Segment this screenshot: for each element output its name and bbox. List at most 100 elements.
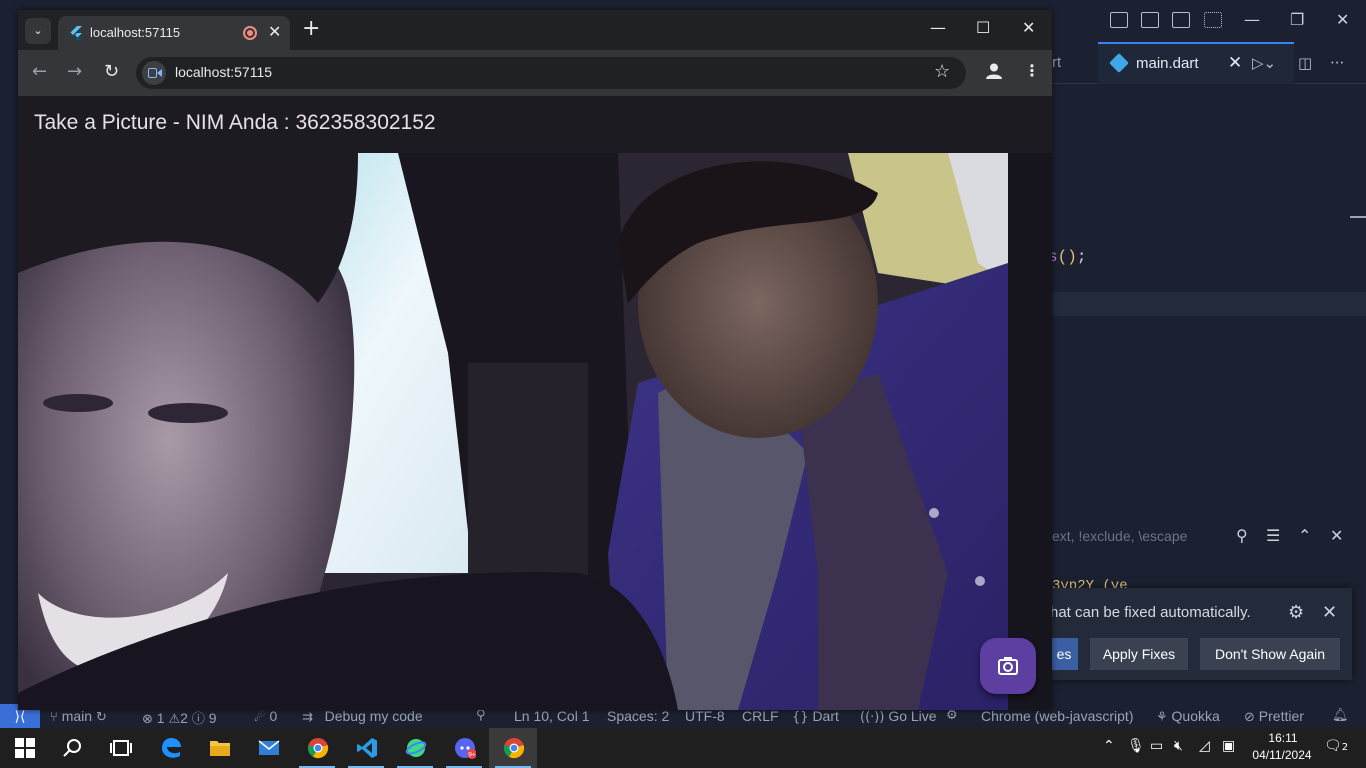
zoom-icon[interactable]: ⚲ [476,708,486,723]
camera-icon [998,657,1018,675]
tab-previous-file[interactable]: rt [1052,54,1061,71]
device-selector[interactable]: Chrome (web-javascript) [981,708,1133,724]
branch-status[interactable]: ⑂ main ↻ [50,708,107,725]
browser-tab[interactable]: localhost:57115 ✕ [58,16,290,50]
url-text[interactable]: localhost:57115 [175,64,272,80]
back-icon[interactable]: ← [32,61,47,82]
bookmark-star-icon[interactable]: ☆ [934,61,950,82]
flutter-icon[interactable]: ⚙ [946,708,958,723]
chrome-maximize-icon[interactable]: ☐ [976,18,990,37]
taskbar-edge[interactable] [146,728,194,768]
customize-layout-icon[interactable] [1204,12,1222,28]
code-token: ; [1076,248,1087,266]
kebab-menu-icon[interactable]: ⋮ [1024,61,1040,80]
problems-status[interactable]: ⊗ 1 ⚠2 ⓘ 9 [142,708,217,727]
vscode-icon [357,738,377,758]
profile-icon[interactable] [984,61,1004,81]
tab-close-icon[interactable]: ✕ [1228,53,1242,73]
debug-icon: ⇉ [302,710,313,725]
branch-name: main [61,708,93,724]
notification-icon: 🗨︎ [1324,738,1342,754]
battery-icon[interactable]: ▭ [1150,738,1163,754]
close-icon[interactable]: ✕ [1322,602,1337,623]
take-picture-button[interactable] [980,638,1036,694]
ports-count: 0 [269,708,278,724]
run-icon[interactable]: ▷⌄ [1252,54,1276,72]
notification-message: hat can be fixed automatically. [1050,604,1251,621]
code-line: s(); [1048,248,1086,266]
encoding[interactable]: UTF-8 [685,708,725,724]
braces-icon: {} [792,710,809,725]
debug-label: Debug my code [324,708,423,724]
debug-status[interactable]: ⇉ Debug my code [302,708,423,725]
ports-status[interactable]: ☄ 0 [254,708,277,725]
toggle-primary-sidebar-icon[interactable] [1110,12,1128,28]
taskbar-vscode[interactable] [342,728,390,768]
apply-fixes-button[interactable]: Apply Fixes [1090,638,1188,670]
toggle-secondary-sidebar-icon[interactable] [1172,12,1190,28]
split-editor-icon[interactable]: ◫ [1298,54,1312,72]
forward-icon[interactable]: → [67,61,82,82]
new-tab-icon[interactable]: + [302,16,320,41]
bell-icon[interactable]: 🔔︎ [1332,708,1349,723]
files-to-exclude-input[interactable]: ext, !exclude, \escape [1052,528,1187,544]
line-endings[interactable]: CRLF [742,708,779,724]
taskbar-mail[interactable] [244,728,292,768]
camera-preview [18,153,1008,710]
warning-icon: ⚠ [168,712,181,727]
scrollbar-marker [1350,216,1366,218]
task-view-button[interactable] [96,728,144,768]
chevron-up-icon[interactable]: ⌃ [1298,526,1311,545]
camera-feed-image [18,153,1008,710]
search-button[interactable] [48,728,96,768]
close-tab-icon[interactable]: ✕ [268,22,281,42]
show-hidden-icons-chevron-icon[interactable]: ⌃ [1103,738,1115,754]
discord-badge: 9+ [468,752,476,759]
broadcast-icon: ☄ [254,710,266,725]
start-button[interactable] [0,728,48,768]
quokka-status[interactable]: ⚘ Quokka [1156,708,1220,725]
taskbar-discord[interactable]: 9+ [440,728,488,768]
tab-search-chevron-icon[interactable]: ⌄ [25,18,51,44]
notification-center[interactable]: 🗨︎2 [1324,738,1348,754]
replace-lines-icon[interactable]: ☰ [1266,526,1280,545]
search-icon[interactable]: ⚲ [1236,526,1248,545]
volume-muted-icon[interactable]: 🔇︎ [1174,738,1183,754]
toggle-panel-icon[interactable] [1141,12,1159,28]
dont-show-again-button[interactable]: Don't Show Again [1200,638,1340,670]
clock-time[interactable]: 16:11 [1258,731,1308,745]
gear-icon[interactable]: ⚙ [1288,602,1304,623]
address-bar[interactable]: localhost:57115 ☆ [136,57,966,89]
language-mode[interactable]: {} Dart [792,708,839,725]
chrome-close-icon[interactable]: ✕ [1022,18,1035,37]
indentation[interactable]: Spaces: 2 [607,708,669,724]
reload-icon[interactable]: ↻ [104,61,119,82]
fix-all-button[interactable]: es [1050,638,1078,670]
error-count: 1 [156,710,165,726]
taskbar-android-studio[interactable] [391,728,439,768]
go-live[interactable]: ((·)) Go Live [860,708,937,725]
search-icon [63,739,81,757]
task-view-icon [110,740,132,756]
camera-in-use-icon[interactable] [142,61,166,85]
microphone-icon[interactable]: 🎙︎ [1127,738,1145,754]
tab-title: localhost:57115 [90,25,181,40]
chrome-minimize-icon[interactable]: — [930,18,946,37]
vscode-close-icon[interactable]: ✕ [1336,10,1349,29]
prettier-status[interactable]: ⊘ Prettier [1244,708,1304,725]
more-actions-icon[interactable]: ··· [1330,54,1344,72]
vscode-restore-icon[interactable]: ❐ [1290,10,1304,29]
network-icon[interactable]: ▣ [1222,738,1235,754]
close-icon[interactable]: ✕ [1330,526,1343,545]
notification-count: 2 [1341,742,1349,753]
wifi-icon[interactable]: ◿ [1199,738,1210,754]
taskbar-chrome-2[interactable] [489,728,537,768]
taskbar-file-explorer[interactable] [195,728,243,768]
windows-logo-icon [15,738,35,758]
cursor-position[interactable]: Ln 10, Col 1 [514,708,590,724]
vscode-minimize-icon[interactable]: — [1244,10,1260,29]
find-widget: ext, !exclude, \escape ⚲ ☰ ⌃ ✕ [1052,516,1366,556]
clock-date[interactable]: 04/11/2024 [1246,748,1318,762]
taskbar-chrome-1[interactable] [293,728,341,768]
chrome-icon [307,738,329,759]
